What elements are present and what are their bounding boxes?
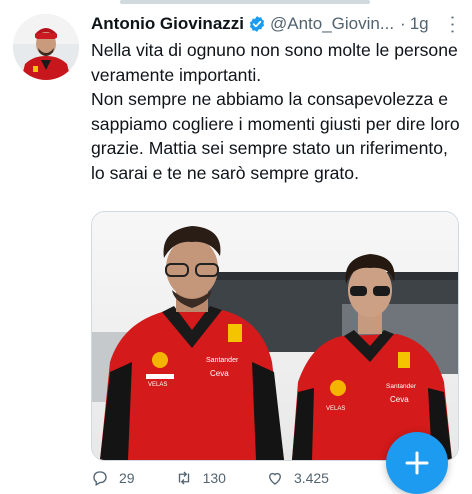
svg-text:Santander: Santander (206, 357, 239, 364)
like-button[interactable]: 3.425 (266, 468, 329, 488)
reply-icon (93, 471, 107, 486)
retweet-count: 130 (202, 470, 226, 486)
tweet[interactable]: Antonio Giovinazzi @Anto_Giovin... · 1g … (91, 12, 464, 185)
svg-text:VELAS: VELAS (148, 382, 167, 388)
like-count: 3.425 (293, 470, 329, 486)
author-handle[interactable]: @Anto_Giovin... (270, 14, 394, 34)
retweet-icon (178, 471, 189, 485)
tweet-text: Nella vita di ognuno non sono molte le p… (91, 40, 460, 183)
previous-tweet-edge (120, 0, 370, 4)
svg-text:Ceva: Ceva (390, 395, 409, 404)
svg-text:VELAS: VELAS (326, 406, 345, 412)
tweet-photo[interactable]: Santander Ceva VELAS Santander Ceva VELA… (91, 211, 459, 461)
compose-icon (405, 451, 429, 475)
retweet-button[interactable]: 130 (175, 468, 226, 488)
svg-text:Santander: Santander (386, 383, 417, 390)
svg-text:Ceva: Ceva (210, 369, 229, 378)
verified-badge-icon (248, 15, 266, 33)
reply-button[interactable]: 29 (91, 468, 135, 488)
separator-dot: · (400, 14, 406, 33)
tweet-time[interactable]: 1g (410, 14, 429, 34)
like-icon (269, 472, 281, 485)
author-name[interactable]: Antonio Giovinazzi (91, 14, 244, 34)
reply-count: 29 (119, 470, 135, 486)
tweet-actions: 29 130 3.425 (91, 468, 391, 488)
compose-button[interactable] (386, 432, 448, 494)
more-icon[interactable]: ··· (443, 15, 464, 36)
tweet-header: Antonio Giovinazzi @Anto_Giovin... · 1g (91, 12, 461, 36)
avatar[interactable] (13, 14, 79, 80)
